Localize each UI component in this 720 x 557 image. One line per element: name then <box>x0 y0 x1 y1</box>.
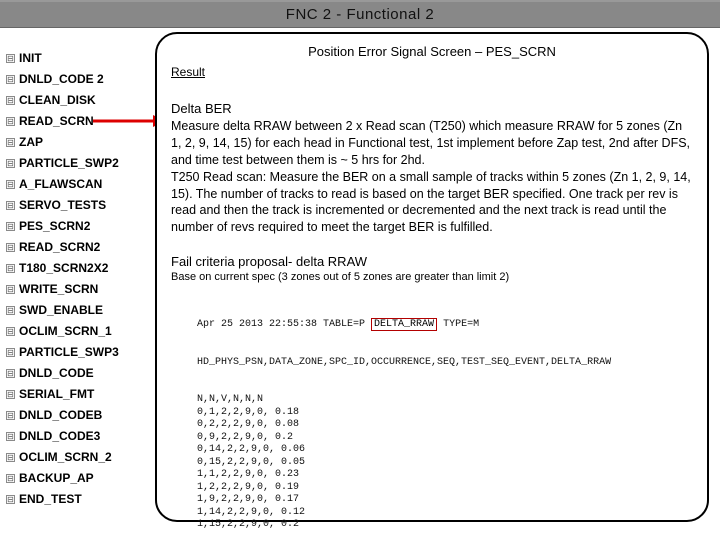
log-columns: HD_PHYS_PSN,DATA_ZONE,SPC_ID,OCCURRENCE,… <box>197 357 627 370</box>
collapse-icon[interactable]: ⊟ <box>6 75 15 84</box>
log-row: 0,14,2,2,9,0, 0.06 <box>197 444 627 457</box>
log-hdr-pre: Apr 25 2013 22:55:38 TABLE=P <box>197 319 365 330</box>
sidebar-item[interactable]: ⊟ SERIAL_FMT <box>6 384 156 405</box>
sidebar-item-label: READ_SCRN2 <box>19 237 100 258</box>
sidebar-item[interactable]: ⊟ A_FLAWSCAN <box>6 174 156 195</box>
sidebar-item[interactable]: ⊟ INIT <box>6 48 156 69</box>
collapse-icon[interactable]: ⊟ <box>6 432 15 441</box>
sidebar-item-label: SERVO_TESTS <box>19 195 106 216</box>
log-row: 1,15,2,2,9,0, 0.2 <box>197 519 627 532</box>
sidebar-item[interactable]: ⊟ END_TEST <box>6 489 156 510</box>
sidebar-item-label: WRITE_SCRN <box>19 279 98 300</box>
sidebar-item-label: PARTICLE_SWP2 <box>19 153 119 174</box>
sidebar-item[interactable]: ⊟ SERVO_TESTS <box>6 195 156 216</box>
sidebar-item-label: T180_SCRN2X2 <box>19 258 108 279</box>
main-panel: Position Error Signal Screen – PES_SCRN … <box>155 32 709 522</box>
panel-title: Position Error Signal Screen – PES_SCRN <box>171 44 693 59</box>
collapse-icon[interactable]: ⊟ <box>6 495 15 504</box>
log-row: 1,2,2,2,9,0, 0.19 <box>197 482 627 495</box>
sidebar-item-label: DNLD_CODE <box>19 363 94 384</box>
log-row: N,N,V,N,N,N <box>197 394 627 407</box>
collapse-icon[interactable]: ⊟ <box>6 453 15 462</box>
sidebar-item-label: BACKUP_AP <box>19 468 94 489</box>
sidebar-item[interactable]: ⊟ OCLIM_SCRN_2 <box>6 447 156 468</box>
log-row: 0,9,2,2,9,0, 0.2 <box>197 432 627 445</box>
collapse-icon[interactable]: ⊟ <box>6 54 15 63</box>
collapse-icon[interactable]: ⊟ <box>6 159 15 168</box>
collapse-icon[interactable]: ⊟ <box>6 306 15 315</box>
sidebar-item-label: INIT <box>19 48 42 69</box>
collapse-icon[interactable]: ⊟ <box>6 264 15 273</box>
collapse-icon[interactable]: ⊟ <box>6 327 15 336</box>
fail-heading: Fail criteria proposal- delta RRAW <box>171 254 693 269</box>
log-row: 1,9,2,2,9,0, 0.17 <box>197 494 627 507</box>
log-hdr-post: TYPE=M <box>437 319 479 330</box>
sidebar-item-label: READ_SCRN <box>19 111 94 132</box>
sidebar-item[interactable]: ⊟ DNLD_CODE <box>6 363 156 384</box>
sidebar-item-label: DNLD_CODEB <box>19 405 102 426</box>
sidebar-item-label: CLEAN_DISK <box>19 90 96 111</box>
sidebar-item[interactable]: ⊟ READ_SCRN2 <box>6 237 156 258</box>
log-row: 0,15,2,2,9,0, 0.05 <box>197 457 627 470</box>
result-label: Result <box>171 65 205 79</box>
sidebar-item-label: DNLD_CODE 2 <box>19 69 104 90</box>
sidebar-item[interactable]: ⊟ PARTICLE_SWP3 <box>6 342 156 363</box>
sidebar-item-label: A_FLAWSCAN <box>19 174 102 195</box>
sidebar-item[interactable]: ⊟ WRITE_SCRN <box>6 279 156 300</box>
log-row: 1,1,2,2,9,0, 0.23 <box>197 469 627 482</box>
sidebar-tree: ⊟ INIT ⊟ DNLD_CODE 2 ⊟ CLEAN_DISK ⊟ READ_SCRN ⊟ Z… <box>6 48 156 510</box>
sidebar-item[interactable]: ⊟ BACKUP_AP <box>6 468 156 489</box>
collapse-icon[interactable]: ⊟ <box>6 243 15 252</box>
log-row: 0,2,2,2,9,0, 0.08 <box>197 419 627 432</box>
sidebar-item-label: PES_SCRN2 <box>19 216 90 237</box>
collapse-icon[interactable]: ⊟ <box>6 348 15 357</box>
log-row: 1,14,2,2,9,0, 0.12 <box>197 507 627 520</box>
sidebar-item[interactable]: ⊟ DNLD_CODE 2 <box>6 69 156 90</box>
collapse-icon[interactable]: ⊟ <box>6 117 15 126</box>
page-title: FNC 2 - Functional 2 <box>286 6 434 23</box>
log-row: 0,1,2,2,9,0, 0.18 <box>197 407 627 420</box>
sidebar-item[interactable]: ⊟ READ_SCRN <box>6 111 156 132</box>
sidebar-item[interactable]: ⊟ PARTICLE_SWP2 <box>6 153 156 174</box>
sidebar-item[interactable]: ⊟ DNLD_CODEB <box>6 405 156 426</box>
sidebar-item-label: PARTICLE_SWP3 <box>19 342 119 363</box>
sidebar-item[interactable]: ⊟ CLEAN_DISK <box>6 90 156 111</box>
sidebar-item[interactable]: ⊟ DNLD_CODE3 <box>6 426 156 447</box>
body-heading: Delta BER <box>171 101 693 116</box>
sidebar-item-label: OCLIM_SCRN_2 <box>19 447 112 468</box>
sidebar-item-label: ZAP <box>19 132 43 153</box>
log-output: Apr 25 2013 22:55:38 TABLE=P DELTA_RRAW … <box>197 293 627 557</box>
fail-sub: Base on current spec (3 zones out of 5 z… <box>171 271 693 283</box>
sidebar-item[interactable]: ⊟ T180_SCRN2X2 <box>6 258 156 279</box>
collapse-icon[interactable]: ⊟ <box>6 201 15 210</box>
sidebar-item-label: END_TEST <box>19 489 82 510</box>
collapse-icon[interactable]: ⊟ <box>6 222 15 231</box>
sidebar-item-label: SERIAL_FMT <box>19 384 94 405</box>
collapse-icon[interactable]: ⊟ <box>6 390 15 399</box>
collapse-icon[interactable]: ⊟ <box>6 180 15 189</box>
sidebar-item[interactable]: ⊟ ZAP <box>6 132 156 153</box>
collapse-icon[interactable]: ⊟ <box>6 96 15 105</box>
sidebar-item-label: DNLD_CODE3 <box>19 426 100 447</box>
collapse-icon[interactable]: ⊟ <box>6 285 15 294</box>
collapse-icon[interactable]: ⊟ <box>6 369 15 378</box>
log-hdr-highlight: DELTA_RRAW <box>371 318 437 331</box>
sidebar-item[interactable]: ⊟ PES_SCRN2 <box>6 216 156 237</box>
body-text: Measure delta RRAW between 2 x Read scan… <box>171 118 693 236</box>
collapse-icon[interactable]: ⊟ <box>6 474 15 483</box>
sidebar-item[interactable]: ⊟ SWD_ENABLE <box>6 300 156 321</box>
collapse-icon[interactable]: ⊟ <box>6 138 15 147</box>
sidebar-item[interactable]: ⊟ OCLIM_SCRN_1 <box>6 321 156 342</box>
sidebar-item-label: OCLIM_SCRN_1 <box>19 321 112 342</box>
sidebar-item-label: SWD_ENABLE <box>19 300 103 321</box>
collapse-icon[interactable]: ⊟ <box>6 411 15 420</box>
